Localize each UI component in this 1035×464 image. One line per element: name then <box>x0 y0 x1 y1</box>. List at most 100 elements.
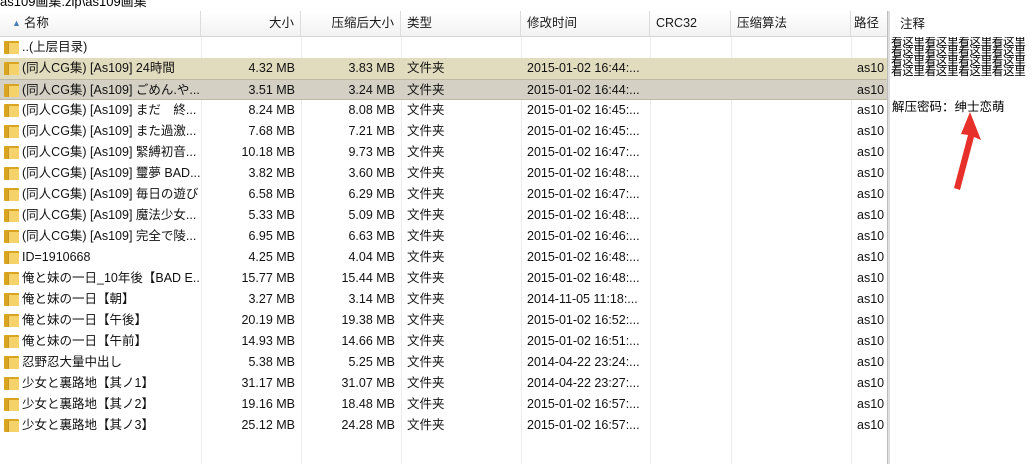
file-name: 少女と裏路地【其ノ3】 <box>22 418 154 432</box>
file-modified: 2015-01-02 16:57:... <box>527 397 640 411</box>
table-row[interactable]: 少女と裏路地【其ノ1】 31.17 MB 31.07 MB 文件夹 2014-04-22… <box>0 373 887 394</box>
file-path: as10 <box>857 418 885 432</box>
folder-icon <box>4 209 19 222</box>
table-row[interactable]: 少女と裏路地【其ノ2】 19.16 MB 18.48 MB 文件夹 2015-01-02… <box>0 394 887 415</box>
file-path: as10 <box>857 83 885 97</box>
file-size: 14.93 MB <box>241 334 295 348</box>
file-size: 31.17 MB <box>241 376 295 390</box>
table-row[interactable]: 俺と妹の一日【午前】 14.93 MB 14.66 MB 文件夹 2015-01-02 … <box>0 331 887 352</box>
table-row[interactable]: (同人CG集) [As109] 魔法少女... 5.33 MB 5.09 MB 文件夹… <box>0 205 887 226</box>
file-path: as10 <box>857 187 885 201</box>
file-type: 文件夹 <box>407 145 445 159</box>
file-size: 5.38 MB <box>248 355 295 369</box>
file-name: ..(上层目录) <box>22 40 88 54</box>
file-modified: 2014-04-22 23:24:... <box>527 355 640 369</box>
table-row[interactable]: (同人CG集) [As109] 24時間 4.32 MB 3.83 MB 文件夹 201… <box>0 58 887 79</box>
comment-panel: 注释 看这里看这里看这里看这里 看这里看这里看这里看这里 看这里看这里看这里看这里看… <box>890 11 1035 464</box>
file-size: 5.33 MB <box>248 208 295 222</box>
file-type: 文件夹 <box>407 376 445 390</box>
folder-icon <box>4 104 19 117</box>
column-packed-size[interactable]: 压缩后大小 <box>301 11 401 36</box>
file-path: as10 <box>857 250 885 264</box>
path-text: as109画集.zip\as109画集 <box>0 0 147 9</box>
file-modified: 2015-01-02 16:47:... <box>527 145 640 159</box>
file-packed-size: 5.25 MB <box>348 355 395 369</box>
file-name: (同人CG集) [As109] 完全で陵... <box>22 229 197 243</box>
table-row[interactable]: (同人CG集) [As109] 毎日の遊び 6.58 MB 6.29 MB 文件夹 20… <box>0 184 887 205</box>
table-row[interactable]: 俺と妹の一日【朝】 3.27 MB 3.14 MB 文件夹 2014-11-05 11:… <box>0 289 887 310</box>
file-packed-size: 14.66 MB <box>341 334 395 348</box>
table-row[interactable]: 忍野忍大量中出し 5.38 MB 5.25 MB 文件夹 2014-04-22 23:2… <box>0 352 887 373</box>
file-path: as10 <box>857 271 885 285</box>
table-row[interactable]: 少女と裏路地【其ノ3】 25.12 MB 24.28 MB 文件夹 2015-01-02… <box>0 415 887 436</box>
comment-title: 注释 <box>900 17 926 31</box>
column-crc[interactable]: CRC32 <box>650 11 731 36</box>
file-modified: 2015-01-02 16:48:... <box>527 271 640 285</box>
file-packed-size: 19.38 MB <box>341 313 395 327</box>
file-path: as10 <box>857 103 885 117</box>
file-name: (同人CG集) [As109] ごめん.や... <box>22 83 200 97</box>
table-row[interactable]: (同人CG集) [As109] 完全で陵... 6.95 MB 6.63 MB 文件夹… <box>0 226 887 247</box>
folder-icon <box>4 356 19 369</box>
file-modified: 2014-04-22 23:27:... <box>527 376 640 390</box>
comment-text: 看这里看这里看这里看这里 看这里看这里看这里看这里 看这里看这里看这里看这里 看这里看… <box>891 37 1035 77</box>
file-name: 俺と妹の一日_10年後【BAD E... <box>22 271 200 285</box>
column-name[interactable]: ▲ 名称 <box>0 11 201 36</box>
file-type: 文件夹 <box>407 103 445 117</box>
table-row[interactable]: (同人CG集) [As109] 緊縛初音... 10.18 MB 9.73 MB 文件… <box>0 142 887 163</box>
folder-icon <box>4 84 19 97</box>
file-size: 3.27 MB <box>248 292 295 306</box>
file-size: 25.12 MB <box>241 418 295 432</box>
file-modified: 2015-01-02 16:46:... <box>527 229 640 243</box>
parent-directory-row[interactable]: ..(上层目录) <box>0 37 887 58</box>
folder-icon <box>4 251 19 264</box>
file-packed-size: 9.73 MB <box>348 145 395 159</box>
file-type: 文件夹 <box>407 124 445 138</box>
file-name: (同人CG集) [As109] 毎日の遊び <box>22 187 199 201</box>
file-name: 俺と妹の一日【午前】 <box>22 334 148 348</box>
column-type[interactable]: 类型 <box>401 11 521 36</box>
file-size: 15.77 MB <box>241 271 295 285</box>
file-path: as10 <box>857 376 885 390</box>
column-size[interactable]: 大小 <box>201 11 301 36</box>
file-type: 文件夹 <box>407 292 445 306</box>
table-row[interactable]: ID=1910668 4.25 MB 4.04 MB 文件夹 2015-01-02 16… <box>0 247 887 268</box>
file-list[interactable]: ▲ 名称 大小 压缩后大小 类型 修改时间 CRC32 压缩算法 路径 ..(上层… <box>0 11 887 464</box>
file-type: 文件夹 <box>407 166 445 180</box>
table-row[interactable]: 俺と妹の一日_10年後【BAD E... 15.77 MB 15.44 MB 文件夹 2… <box>0 268 887 289</box>
table-row[interactable]: 俺と妹の一日【午後】 20.19 MB 19.38 MB 文件夹 2015-01-02 … <box>0 310 887 331</box>
file-path: as10 <box>857 208 885 222</box>
column-path[interactable]: 路径 <box>851 11 887 36</box>
file-name: ID=1910668 <box>22 250 91 264</box>
file-packed-size: 3.24 MB <box>348 83 395 97</box>
file-type: 文件夹 <box>407 271 445 285</box>
file-packed-size: 8.08 MB <box>348 103 395 117</box>
table-row[interactable]: (同人CG集) [As109] また過激... 7.68 MB 7.21 MB 文件夹… <box>0 121 887 142</box>
file-name: (同人CG集) [As109] また過激... <box>22 124 197 138</box>
column-name-label: 名称 <box>23 16 49 30</box>
file-modified: 2015-01-02 16:44:... <box>527 61 640 75</box>
file-packed-size: 5.09 MB <box>348 208 395 222</box>
file-type: 文件夹 <box>407 61 445 75</box>
file-size: 8.24 MB <box>248 103 295 117</box>
file-packed-size: 31.07 MB <box>341 376 395 390</box>
column-method[interactable]: 压缩算法 <box>731 11 851 36</box>
file-size: 3.82 MB <box>248 166 295 180</box>
red-arrow-icon <box>954 112 981 190</box>
table-row[interactable]: (同人CG集) [As109] 璽夢 BAD... 3.82 MB 3.60 MB 文… <box>0 163 887 184</box>
table-row[interactable]: (同人CG集) [As109] ごめん.や... 3.51 MB 3.24 MB 文件… <box>0 79 887 100</box>
file-packed-size: 15.44 MB <box>341 271 395 285</box>
file-name: 少女と裏路地【其ノ2】 <box>22 397 154 411</box>
folder-icon <box>4 125 19 138</box>
file-size: 10.18 MB <box>241 145 295 159</box>
file-size: 20.19 MB <box>241 313 295 327</box>
folder-icon <box>4 62 19 75</box>
file-packed-size: 6.63 MB <box>348 229 395 243</box>
file-type: 文件夹 <box>407 397 445 411</box>
folder-icon <box>4 230 19 243</box>
folder-icon <box>4 188 19 201</box>
file-path: as10 <box>857 145 885 159</box>
column-modified[interactable]: 修改时间 <box>521 11 650 36</box>
table-row[interactable]: (同人CG集) [As109] まだ 終... 8.24 MB 8.08 MB 文件夹… <box>0 100 887 121</box>
file-path: as10 <box>857 355 885 369</box>
